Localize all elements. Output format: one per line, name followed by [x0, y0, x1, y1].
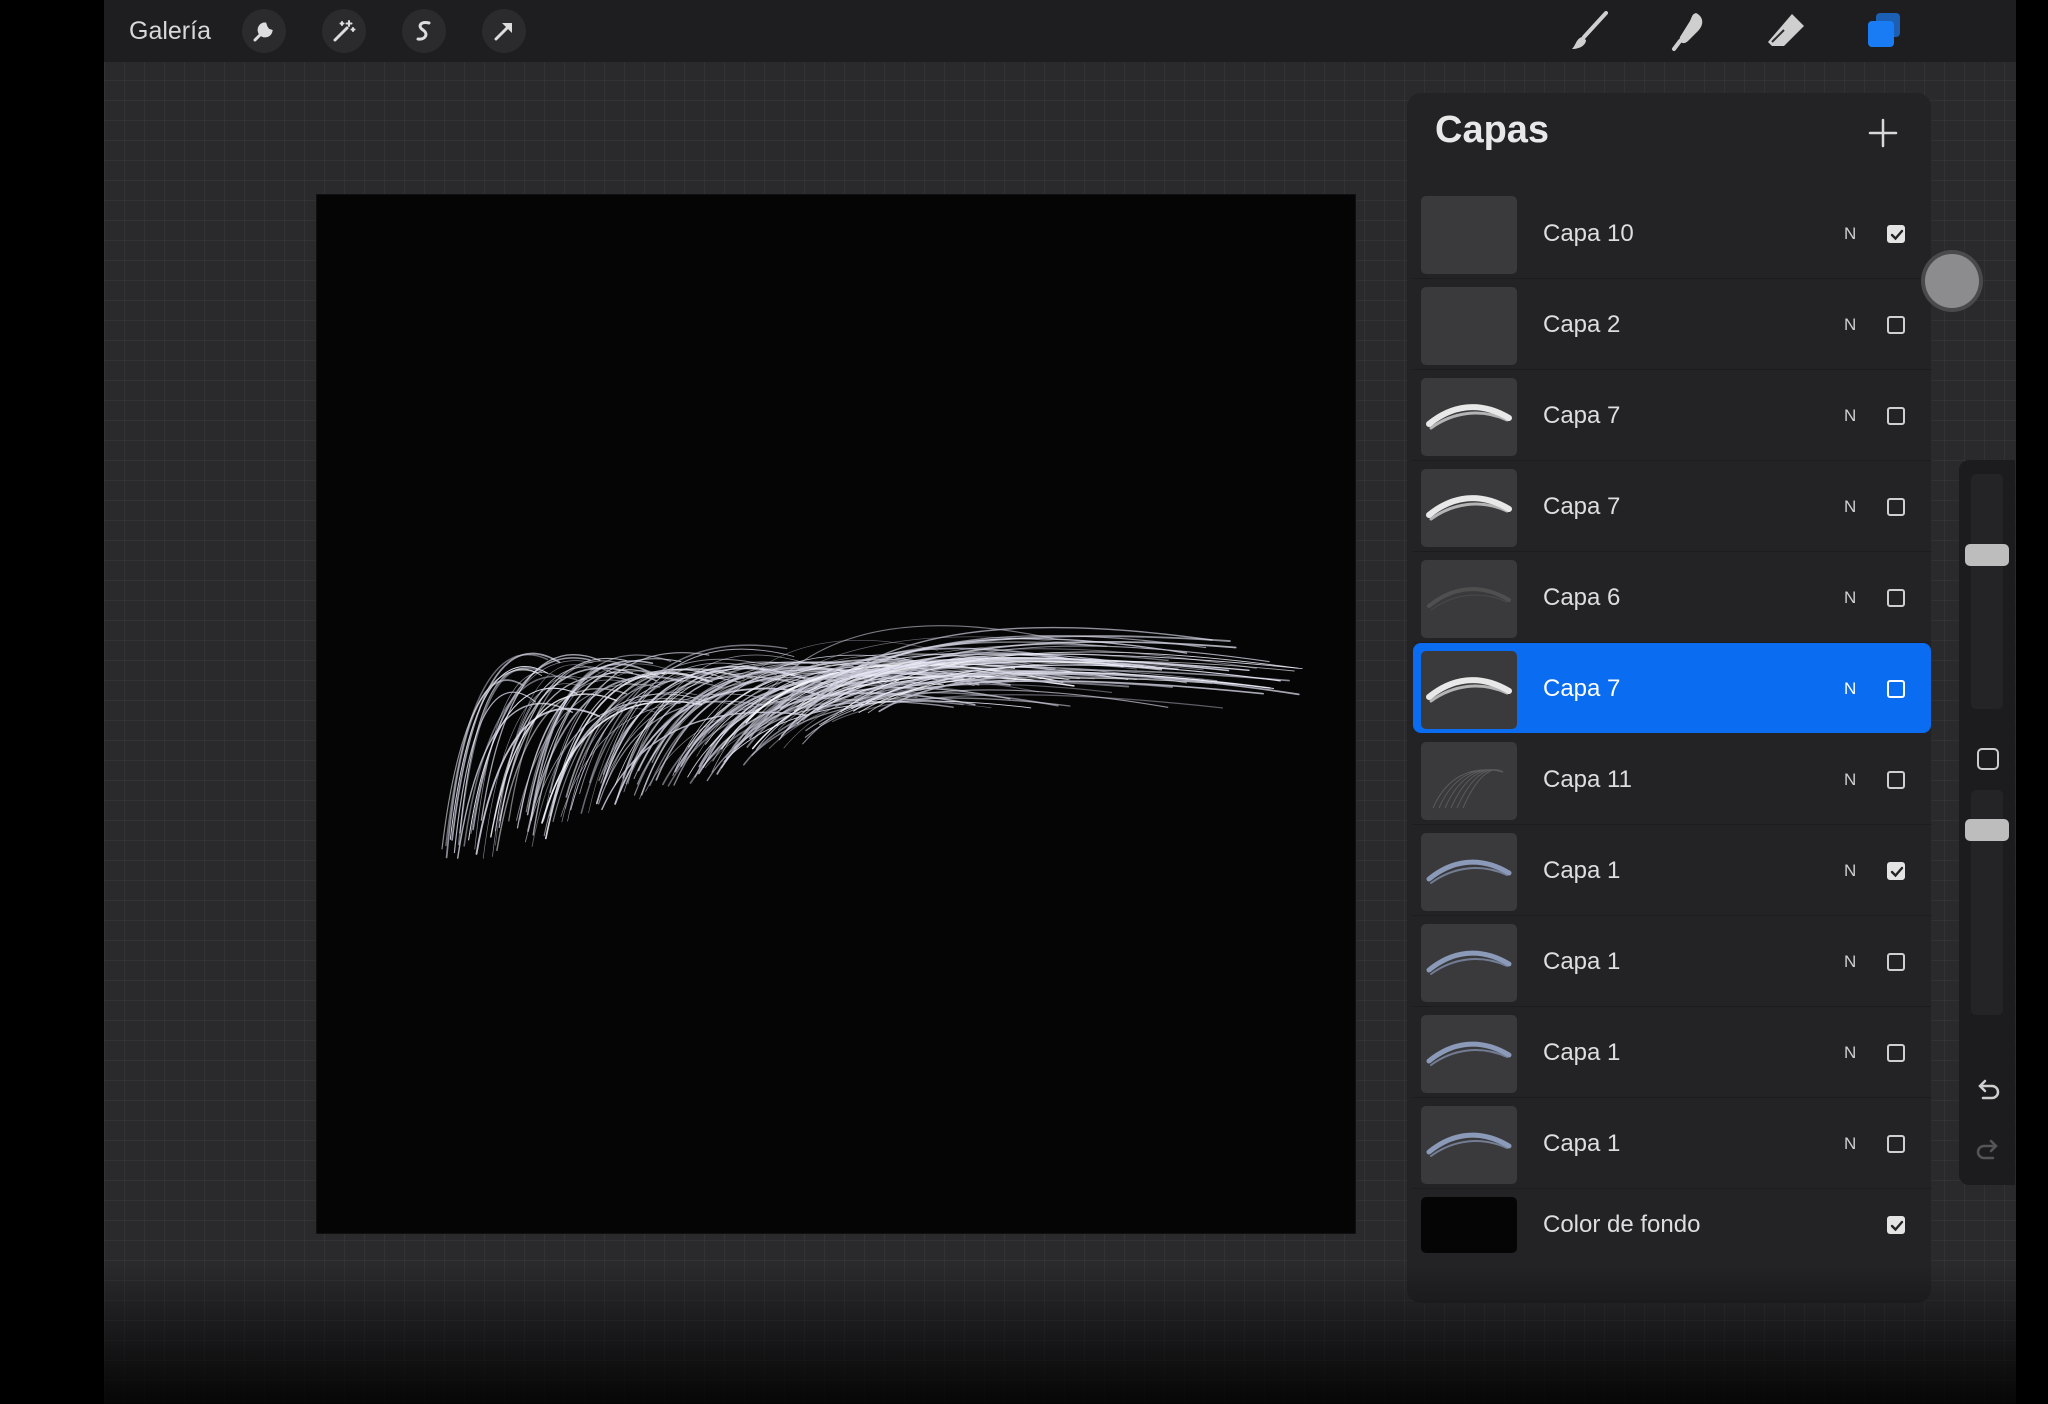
visibility-checkbox[interactable] — [1887, 1216, 1905, 1234]
brush-icon[interactable] — [1565, 6, 1615, 56]
square-icon[interactable] — [1977, 748, 1999, 770]
layer-thumbnail[interactable] — [1421, 1106, 1517, 1184]
layer-name: Capa 2 — [1543, 311, 1621, 338]
layer-thumbnail[interactable] — [1421, 469, 1517, 547]
layer-name: Color de fondo — [1543, 1211, 1701, 1238]
visibility-checkbox[interactable] — [1887, 862, 1905, 880]
layer-thumbnail[interactable] — [1421, 742, 1517, 820]
layer-row[interactable]: Capa 7 N — [1413, 461, 1931, 552]
layer-name: Capa 1 — [1543, 1039, 1621, 1066]
blend-mode-button[interactable]: N — [1844, 279, 1856, 371]
layer-row[interactable]: Capa 11 N — [1413, 734, 1931, 825]
layer-thumbnail[interactable] — [1421, 196, 1517, 274]
brush-size-slider[interactable] — [1965, 474, 2009, 709]
visibility-checkbox[interactable] — [1887, 589, 1905, 607]
hair-stroke — [494, 666, 617, 832]
layer-row[interactable]: Capa 1 N — [1413, 1098, 1931, 1189]
opacity-thumb[interactable] — [1965, 819, 2009, 841]
side-sliders — [1959, 460, 2015, 1185]
blend-mode-button[interactable]: N — [1844, 552, 1856, 644]
layer-thumbnail[interactable] — [1421, 287, 1517, 365]
transform-arrow-icon[interactable] — [482, 9, 526, 53]
wrench-icon[interactable] — [242, 9, 286, 53]
layer-row[interactable]: Capa 10 N — [1413, 188, 1931, 279]
layer-thumbnail[interactable] — [1421, 1015, 1517, 1093]
opacity-slider[interactable] — [1965, 790, 2009, 1015]
blend-mode-button[interactable]: N — [1844, 916, 1856, 1008]
visibility-checkbox[interactable] — [1887, 225, 1905, 243]
layer-name: Capa 7 — [1543, 675, 1621, 702]
magic-wand-icon[interactable] — [322, 9, 366, 53]
layer-row[interactable]: Capa 7 N — [1413, 370, 1931, 461]
blend-mode-button[interactable]: N — [1844, 643, 1856, 735]
gallery-button[interactable]: Galería — [129, 12, 211, 50]
layer-row[interactable]: Capa 1 N — [1413, 916, 1931, 1007]
layer-name: Capa 7 — [1543, 402, 1621, 429]
layers-title: Capas — [1435, 109, 1550, 151]
visibility-checkbox[interactable] — [1887, 771, 1905, 789]
layer-row[interactable]: Capa 2 N — [1413, 279, 1931, 370]
visibility-checkbox[interactable] — [1887, 1135, 1905, 1153]
visibility-checkbox[interactable] — [1887, 1044, 1905, 1062]
layer-name: Capa 11 — [1543, 766, 1632, 793]
blend-mode-button[interactable]: N — [1844, 461, 1856, 553]
blend-mode-button[interactable]: N — [1844, 188, 1856, 280]
layer-name: Capa 10 — [1543, 220, 1634, 247]
plus-icon[interactable] — [1865, 115, 1901, 151]
layers-icon[interactable] — [1859, 6, 1909, 56]
layer-row[interactable]: Capa 1 N — [1413, 1007, 1931, 1098]
procreate-app: Galería Capas Capa 10 N Capa 2 N Capa 7 … — [104, 0, 2016, 1404]
top-toolbar: Galería — [104, 0, 2016, 62]
visibility-checkbox[interactable] — [1887, 953, 1905, 971]
layer-name: Capa 6 — [1543, 584, 1621, 611]
layer-name: Capa 1 — [1543, 948, 1621, 975]
background-swatch[interactable] — [1421, 1197, 1517, 1253]
selection-s-icon[interactable] — [402, 9, 446, 53]
layer-thumbnail[interactable] — [1421, 833, 1517, 911]
eraser-icon[interactable] — [1761, 6, 1811, 56]
color-picker-button[interactable] — [1925, 254, 1979, 308]
layers-panel: Capas Capa 10 N Capa 2 N Capa 7 N Capa 7 N Capa … — [1407, 93, 1931, 1303]
smudge-icon[interactable] — [1663, 6, 1713, 56]
eyebrow-artwork — [441, 625, 1303, 859]
layer-thumbnail[interactable] — [1421, 560, 1517, 638]
visibility-checkbox[interactable] — [1887, 316, 1905, 334]
layer-row[interactable]: Capa 6 N — [1413, 552, 1931, 643]
redo-icon[interactable] — [1973, 1136, 2003, 1166]
blend-mode-button[interactable]: N — [1844, 370, 1856, 462]
blend-mode-button[interactable]: N — [1844, 734, 1856, 826]
layer-thumbnail[interactable] — [1421, 924, 1517, 1002]
layer-row[interactable]: Capa 7 N — [1413, 643, 1931, 733]
layer-name: Capa 1 — [1543, 1130, 1621, 1157]
background-color-row[interactable]: Color de fondo — [1413, 1189, 1931, 1259]
layer-name: Capa 1 — [1543, 857, 1621, 884]
blend-mode-button[interactable]: N — [1844, 825, 1856, 917]
layer-name: Capa 7 — [1543, 493, 1621, 520]
layer-row[interactable]: Capa 1 N — [1413, 825, 1931, 916]
drawing-canvas[interactable] — [317, 195, 1355, 1233]
blend-mode-button[interactable]: N — [1844, 1098, 1856, 1190]
layer-thumbnail[interactable] — [1421, 651, 1517, 729]
undo-icon[interactable] — [1973, 1076, 2003, 1106]
visibility-checkbox[interactable] — [1887, 680, 1905, 698]
layer-thumbnail[interactable] — [1421, 378, 1517, 456]
visibility-checkbox[interactable] — [1887, 407, 1905, 425]
blend-mode-button[interactable]: N — [1844, 1007, 1856, 1099]
brush-size-thumb[interactable] — [1965, 544, 2009, 566]
visibility-checkbox[interactable] — [1887, 498, 1905, 516]
